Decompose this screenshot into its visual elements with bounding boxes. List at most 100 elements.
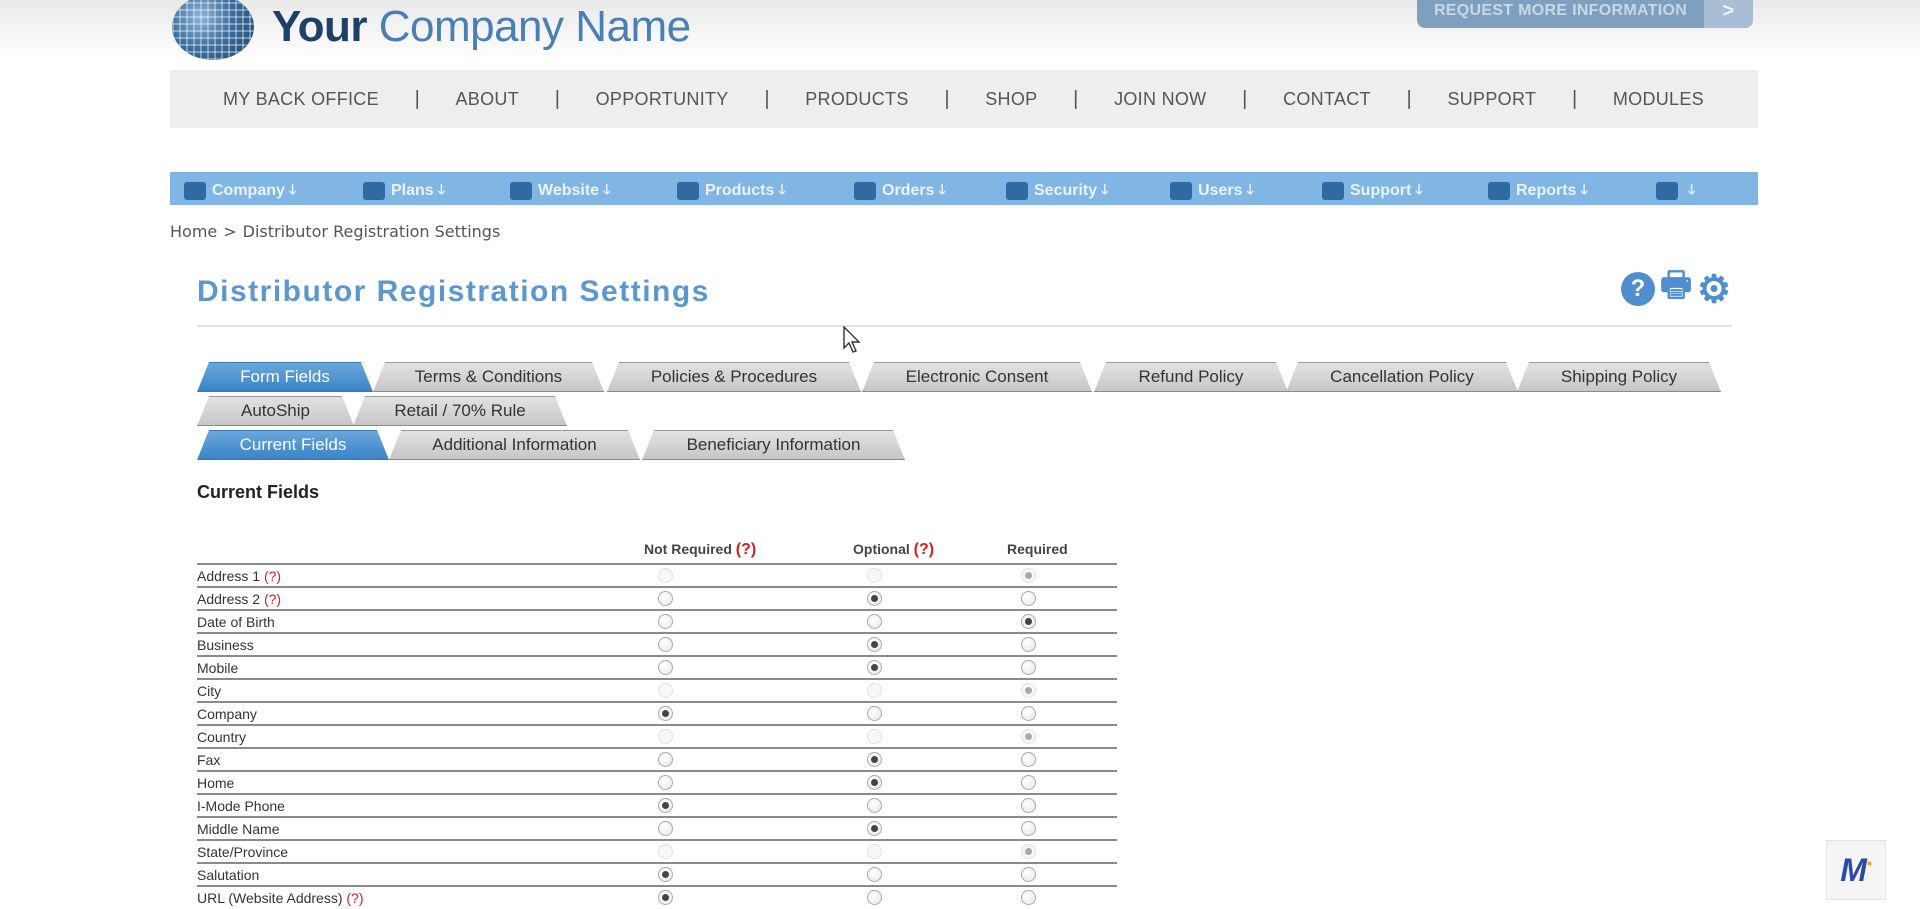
tab-retail-rule[interactable]: Retail / 70% Rule xyxy=(353,396,567,426)
radio-optional[interactable] xyxy=(867,775,882,790)
nav-opportunity[interactable]: OPPORTUNITY xyxy=(596,89,729,110)
table-row: URL (Website Address) (?) xyxy=(197,885,1117,908)
request-more-info-label: REQUEST MORE INFORMATION xyxy=(1433,2,1688,19)
arrow-down-icon: 🡓 xyxy=(288,181,297,197)
nav-products[interactable]: PRODUCTS xyxy=(805,89,908,110)
field-label-text: Address 1 xyxy=(197,568,261,584)
radio-optional[interactable] xyxy=(867,821,882,836)
radio-required[interactable] xyxy=(1021,591,1036,606)
tab-refund-policy[interactable]: Refund Policy xyxy=(1094,362,1288,392)
radio-required[interactable] xyxy=(1021,706,1036,721)
radio-not-required[interactable] xyxy=(658,752,673,767)
tab-form-fields[interactable]: Form Fields xyxy=(197,362,373,392)
tab-terms-conditions[interactable]: Terms & Conditions xyxy=(373,362,604,392)
request-more-info-button[interactable]: REQUEST MORE INFORMATION > xyxy=(1417,0,1753,28)
nav-about[interactable]: ABOUT xyxy=(456,89,520,110)
nav-support[interactable]: SUPPORT xyxy=(1447,89,1536,110)
print-icon[interactable]: 🖶 xyxy=(1659,266,1693,306)
help-link[interactable]: (?) xyxy=(914,541,934,558)
radio-optional[interactable] xyxy=(867,890,882,905)
admin-menu-company[interactable]: Company 🡓 xyxy=(184,179,296,203)
radio-required[interactable] xyxy=(1021,752,1036,767)
radio-optional[interactable] xyxy=(867,637,882,652)
tab-cancellation-policy[interactable]: Cancellation Policy xyxy=(1286,362,1518,392)
help-link[interactable]: (?) xyxy=(346,890,363,906)
table-row: Date of Birth xyxy=(197,609,1117,632)
admin-menu-products[interactable]: Products 🡓 xyxy=(677,179,786,203)
brand-name-bold: Your xyxy=(272,2,367,51)
admin-menu-users[interactable]: Users 🡓 xyxy=(1170,179,1254,203)
admin-menu-reports[interactable]: Reports 🡓 xyxy=(1488,179,1588,203)
radio-optional[interactable] xyxy=(867,706,882,721)
nav-separator: | xyxy=(414,87,420,110)
radio-optional[interactable] xyxy=(867,614,882,629)
brand-name: Your Company Name xyxy=(272,5,691,49)
radio-not-required[interactable] xyxy=(658,637,673,652)
radio-optional[interactable] xyxy=(867,798,882,813)
nav-shop[interactable]: SHOP xyxy=(985,89,1037,110)
tab-autoship[interactable]: AutoShip xyxy=(197,396,354,426)
radio-optional[interactable] xyxy=(867,752,882,767)
field-label-text: Country xyxy=(197,729,247,745)
subtab-beneficiary-information[interactable]: Beneficiary Information xyxy=(642,430,905,460)
tab-electronic-consent[interactable]: Electronic Consent xyxy=(862,362,1092,392)
radio-not-required[interactable] xyxy=(658,821,673,836)
radio-not-required[interactable] xyxy=(658,890,673,905)
admin-menu-orders[interactable]: Orders 🡓 xyxy=(854,179,946,203)
radio-required xyxy=(1021,683,1036,698)
radio-not-required[interactable] xyxy=(658,775,673,790)
tab-policies-procedures[interactable]: Policies & Procedures xyxy=(607,362,861,392)
radio-required[interactable] xyxy=(1021,775,1036,790)
users-icon xyxy=(1170,182,1192,200)
company-logo[interactable]: Your Company Name xyxy=(172,0,691,60)
nav-join-now[interactable]: JOIN NOW xyxy=(1114,89,1206,110)
field-label: Address 1 (?) xyxy=(197,568,281,584)
tab-shipping-policy[interactable]: Shipping Policy xyxy=(1517,362,1721,392)
nav-modules[interactable]: MODULES xyxy=(1613,89,1704,110)
arrow-down-icon: 🡓 xyxy=(938,181,946,197)
radio-required[interactable] xyxy=(1021,614,1036,629)
radio-not-required xyxy=(658,729,673,744)
admin-menu-support[interactable]: Support 🡓 xyxy=(1322,179,1423,203)
help-link[interactable]: (?) xyxy=(264,591,281,607)
radio-not-required[interactable] xyxy=(658,706,673,721)
radio-required[interactable] xyxy=(1021,890,1036,905)
table-row: Address 2 (?) xyxy=(197,586,1117,609)
radio-required[interactable] xyxy=(1021,637,1036,652)
radio-not-required[interactable] xyxy=(658,591,673,606)
field-label: URL (Website Address) (?) xyxy=(197,890,364,906)
radio-required[interactable] xyxy=(1021,798,1036,813)
help-icon[interactable]: ? xyxy=(1621,272,1655,306)
field-label: City xyxy=(197,683,221,699)
radio-optional[interactable] xyxy=(867,660,882,675)
breadcrumb-home-link[interactable]: Home xyxy=(170,222,217,241)
radio-required[interactable] xyxy=(1021,821,1036,836)
radio-optional[interactable] xyxy=(867,867,882,882)
radio-required[interactable] xyxy=(1021,660,1036,675)
column-header-label: Optional xyxy=(853,541,910,557)
radio-optional[interactable] xyxy=(867,591,882,606)
field-label-text: I-Mode Phone xyxy=(197,798,285,814)
admin-menu-website[interactable]: Website 🡓 xyxy=(510,179,610,203)
breadcrumb-separator: > xyxy=(223,222,237,241)
radio-not-required[interactable] xyxy=(658,660,673,675)
field-label: Country xyxy=(197,729,246,745)
admin-toolbar: Company 🡓 Plans 🡓 Website 🡓 Products 🡓 O… xyxy=(170,172,1758,205)
help-link[interactable]: (?) xyxy=(264,568,281,584)
field-label-text: Middle Name xyxy=(197,821,280,837)
admin-menu-plans[interactable]: Plans 🡓 xyxy=(363,179,445,203)
nav-contact[interactable]: CONTACT xyxy=(1283,89,1371,110)
admin-menu-security[interactable]: Security 🡓 xyxy=(1006,179,1108,203)
main-navigation: MY BACK OFFICE | ABOUT | OPPORTUNITY | P… xyxy=(170,70,1758,128)
column-header-label: Required xyxy=(1007,541,1068,557)
radio-not-required[interactable] xyxy=(658,867,673,882)
nav-my-back-office[interactable]: MY BACK OFFICE xyxy=(223,89,379,110)
help-link[interactable]: (?) xyxy=(736,541,756,558)
admin-menu-settings[interactable]: 🡓 xyxy=(1656,179,1695,203)
subtab-additional-information[interactable]: Additional Information xyxy=(389,430,640,460)
radio-not-required[interactable] xyxy=(658,798,673,813)
radio-required[interactable] xyxy=(1021,867,1036,882)
subtab-current-fields[interactable]: Current Fields xyxy=(197,430,389,460)
radio-not-required[interactable] xyxy=(658,614,673,629)
gear-icon[interactable]: ⚙ xyxy=(1697,269,1731,311)
